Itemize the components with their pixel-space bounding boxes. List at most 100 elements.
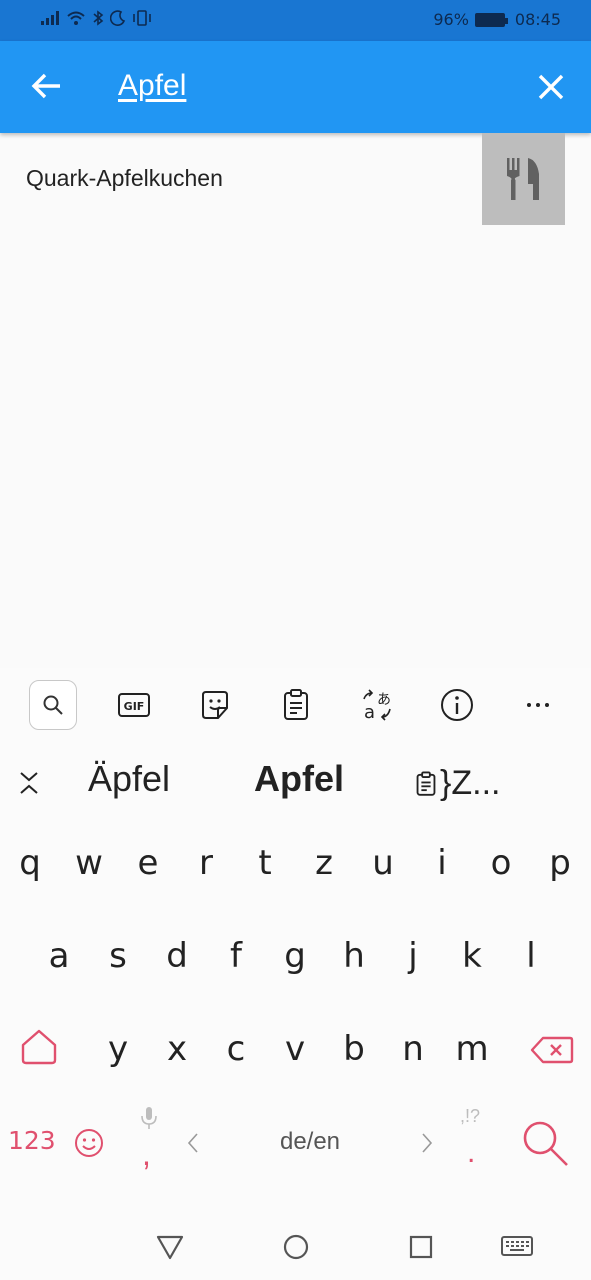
bluetooth-icon (93, 10, 104, 26)
nav-home-button[interactable] (281, 1232, 311, 1262)
info-icon (441, 689, 473, 721)
shift-icon (21, 1029, 57, 1065)
key[interactable]: a (30, 916, 88, 996)
svg-text:GIF: GIF (124, 700, 145, 713)
key[interactable]: o (472, 823, 530, 903)
key[interactable]: p (531, 823, 589, 903)
key[interactable]: l (502, 916, 560, 996)
keyboard-search-button[interactable] (29, 680, 77, 730)
smiley-icon (75, 1129, 103, 1157)
search-input[interactable]: Apfel (118, 69, 186, 103)
key[interactable]: d (148, 916, 206, 996)
keyboard: GIF aあ Äpfel Apfel }Z... q w e r t z u i… (0, 668, 591, 1210)
key[interactable]: h (325, 916, 383, 996)
chevron-right-icon (422, 1133, 433, 1153)
moon-icon (110, 10, 126, 26)
nav-recents-button[interactable] (406, 1232, 436, 1262)
arrow-left-icon (31, 73, 60, 99)
period-key[interactable]: ,!? . (455, 1106, 491, 1176)
period-label: . (467, 1136, 476, 1169)
status-icons (40, 10, 152, 26)
keyboard-toolbar: GIF aあ (0, 680, 591, 732)
key[interactable]: b (325, 1009, 383, 1089)
clipboard-button[interactable] (272, 680, 320, 730)
key[interactable]: r (177, 823, 235, 903)
key[interactable]: s (89, 916, 147, 996)
signal-icon (41, 11, 59, 25)
suggestion-item[interactable]: Apfel (254, 758, 344, 800)
translate-icon: aあ (363, 689, 391, 721)
key[interactable]: z (295, 823, 353, 903)
emoji-key[interactable] (74, 1128, 104, 1158)
suggestion-bar: Äpfel Apfel }Z... (0, 750, 591, 810)
sticker-button[interactable] (191, 680, 239, 730)
search-enter-key[interactable] (520, 1118, 570, 1168)
key[interactable]: v (266, 1009, 324, 1089)
wifi-icon (67, 11, 85, 25)
nav-keyboard-button[interactable] (500, 1232, 534, 1262)
key[interactable]: y (89, 1009, 147, 1089)
microphone-icon (141, 1107, 157, 1129)
more-icon (527, 703, 549, 707)
collapse-icon (20, 772, 38, 794)
key[interactable]: i (413, 823, 471, 903)
status-right: 96% 08:45 (433, 10, 561, 29)
key[interactable]: k (443, 916, 501, 996)
more-options-button[interactable] (514, 680, 562, 730)
search-icon (523, 1121, 568, 1166)
key[interactable]: x (148, 1009, 206, 1089)
key[interactable]: t (236, 823, 294, 903)
suggestion-clipboard-text: }Z... (440, 764, 501, 802)
key[interactable]: q (1, 823, 59, 903)
gif-icon: GIF (118, 693, 150, 717)
comma-key[interactable]: , (132, 1106, 166, 1176)
cutlery-icon (506, 158, 539, 200)
list-item[interactable]: Quark-Apfelkuchen (0, 133, 591, 225)
status-bar: 96% 08:45 (0, 0, 591, 41)
key[interactable]: c (207, 1009, 265, 1089)
suggestion-item[interactable]: Äpfel (88, 758, 170, 800)
backspace-key[interactable] (530, 1035, 574, 1065)
svg-text:あ: あ (377, 692, 391, 708)
key[interactable]: m (443, 1009, 501, 1089)
app-bar: Apfel (0, 41, 591, 133)
language-label: de/en (279, 1128, 341, 1155)
punctuation-hint: ,!? (460, 1106, 481, 1126)
search-icon (43, 695, 63, 715)
close-icon (538, 74, 564, 100)
info-button[interactable] (433, 680, 481, 730)
svg-text:a: a (364, 702, 375, 721)
back-button[interactable] (30, 69, 64, 103)
triangle-back-icon (156, 1235, 184, 1260)
key[interactable]: u (354, 823, 412, 903)
key[interactable]: e (119, 823, 177, 903)
shift-key[interactable] (20, 1028, 60, 1068)
vibrate-icon (133, 10, 151, 26)
key[interactable]: j (384, 916, 442, 996)
battery-percent: 96% (433, 10, 469, 29)
system-nav-bar (0, 1210, 591, 1280)
gif-button[interactable]: GIF (110, 680, 158, 730)
circle-home-icon (283, 1234, 309, 1260)
space-key[interactable]: de/en (170, 1108, 450, 1176)
key[interactable]: g (266, 916, 324, 996)
key[interactable]: w (60, 823, 118, 903)
clear-search-button[interactable] (535, 71, 567, 103)
recipe-title: Quark-Apfelkuchen (26, 165, 223, 191)
key[interactable]: f (207, 916, 265, 996)
backspace-icon (530, 1036, 574, 1064)
clock: 08:45 (514, 10, 561, 29)
numbers-key[interactable]: 123 (8, 1126, 56, 1155)
recipe-thumbnail (482, 133, 565, 225)
collapse-suggestions-button[interactable] (16, 768, 42, 798)
keyboard-icon (501, 1236, 533, 1256)
comma-label: , (142, 1136, 151, 1172)
key[interactable]: n (384, 1009, 442, 1089)
battery-icon (474, 12, 508, 27)
nav-back-button[interactable] (155, 1232, 185, 1262)
suggestion-clipboard-item[interactable]: }Z... (416, 764, 500, 803)
translate-button[interactable]: aあ (353, 680, 401, 730)
clipboard-icon (416, 771, 436, 796)
clipboard-icon (284, 689, 308, 720)
square-recents-icon (409, 1235, 433, 1259)
